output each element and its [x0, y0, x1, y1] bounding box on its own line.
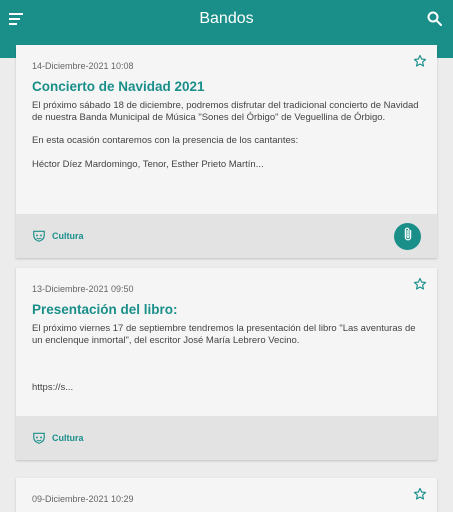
category-tag[interactable]: Cultura — [32, 229, 84, 243]
shield-logo-icon — [32, 431, 46, 445]
category-tag[interactable]: Cultura — [32, 431, 84, 445]
post-excerpt: El próximo viernes 17 de septiembre tend… — [32, 323, 421, 394]
post-card[interactable]: 09-Diciembre-2021 10:29 — [16, 478, 437, 512]
search-icon[interactable] — [426, 10, 444, 28]
post-paragraph: Héctor Díez Mardomingo, Tenor, Esther Pr… — [32, 159, 264, 170]
category-label: Cultura — [52, 231, 84, 241]
post-date: 13-Diciembre-2021 09:50 — [32, 284, 134, 294]
post-title[interactable]: Presentación del libro: — [32, 302, 178, 317]
post-title[interactable]: Concierto de Navidad 2021 — [32, 79, 205, 94]
star-outline-icon[interactable] — [413, 487, 427, 501]
post-footer: Cultura — [16, 214, 437, 258]
post-paragraph: El próximo sábado 18 de diciembre, podre… — [32, 100, 419, 123]
post-date: 14-Diciembre-2021 10:08 — [32, 61, 134, 71]
category-label: Cultura — [52, 433, 84, 443]
star-outline-icon[interactable] — [413, 277, 427, 291]
post-paragraph: En esta ocasión contaremos con la presen… — [32, 135, 299, 146]
paperclip-icon — [401, 227, 415, 246]
attachment-button[interactable] — [394, 223, 421, 250]
post-paragraph: El próximo viernes 17 de septiembre tend… — [32, 323, 416, 346]
post-card[interactable]: 14-Diciembre-2021 10:08 Concierto de Nav… — [16, 45, 437, 258]
post-date: 09-Diciembre-2021 10:29 — [32, 494, 134, 504]
post-footer: Cultura — [16, 416, 437, 460]
star-outline-icon[interactable] — [413, 54, 427, 68]
post-link[interactable]: https://s... — [32, 382, 421, 394]
page-title: Bandos — [199, 10, 254, 27]
post-excerpt: El próximo sábado 18 de diciembre, podre… — [32, 100, 421, 171]
post-card[interactable]: 13-Diciembre-2021 09:50 Presentación del… — [16, 268, 437, 460]
shield-logo-icon — [32, 229, 46, 243]
